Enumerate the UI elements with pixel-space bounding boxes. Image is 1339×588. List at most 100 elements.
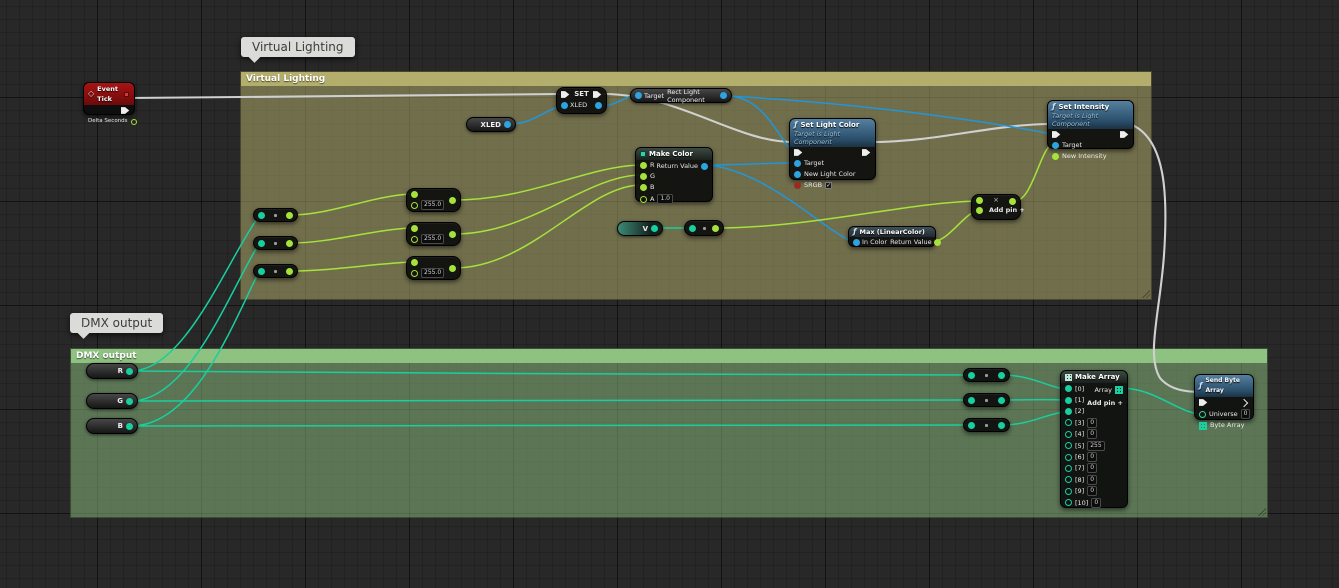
exec-in-pin[interactable]: [794, 148, 803, 157]
universe-value-field[interactable]: 0: [1241, 409, 1251, 419]
exec-in-pin[interactable]: [1052, 130, 1061, 139]
exec-out-pin[interactable]: [1120, 130, 1129, 139]
node-event-tick[interactable]: ◇ Event Tick Delta Seconds: [83, 82, 135, 115]
array-element-pin[interactable]: [1065, 408, 1072, 415]
node-scale-b[interactable]: 255.0: [406, 256, 461, 280]
array-element-pin[interactable]: [1065, 397, 1072, 404]
array-out-pin[interactable]: [1115, 386, 1123, 394]
resize-handle-icon[interactable]: [1257, 507, 1266, 516]
g-pin[interactable]: [640, 173, 647, 180]
delta-seconds-pin[interactable]: [131, 119, 137, 125]
node-convert-g[interactable]: [253, 236, 298, 250]
array-element-value[interactable]: 255: [1087, 441, 1104, 451]
blueprint-graph-canvas[interactable]: Virtual Lighting DMX output: [0, 0, 1339, 588]
a-pin[interactable]: [640, 196, 647, 203]
array-element-value[interactable]: 0: [1087, 486, 1097, 496]
byte-array-pin[interactable]: [1199, 422, 1207, 430]
scale-b-pin[interactable]: [411, 270, 418, 277]
return-value-pin[interactable]: [701, 163, 708, 170]
node-tobyte-b[interactable]: [963, 418, 1010, 432]
multiply-out-pin[interactable]: [1009, 198, 1016, 205]
exec-out-pin[interactable]: [1240, 398, 1248, 406]
scale-b-pin[interactable]: [411, 236, 418, 243]
new-intensity-pin[interactable]: [1052, 153, 1059, 160]
node-make-color[interactable]: Make Color Return Value R G B A 1.0: [635, 147, 713, 202]
array-element-value[interactable]: 0: [1087, 418, 1097, 428]
rect-light-component-out-pin[interactable]: [720, 92, 727, 99]
convert-out-pin[interactable]: [998, 372, 1005, 379]
convert-in-pin[interactable]: [258, 240, 265, 247]
node-tobyte-r[interactable]: [963, 368, 1010, 382]
array-element-pin[interactable]: [1065, 465, 1072, 472]
array-element-value[interactable]: 0: [1087, 429, 1097, 439]
scale-out-pin[interactable]: [449, 265, 456, 272]
comment-title-virtual-lighting[interactable]: Virtual Lighting: [241, 72, 1151, 86]
array-element-pin[interactable]: [1065, 442, 1072, 449]
comment-title-dmx-output[interactable]: DMX output: [71, 349, 1267, 363]
scale-in-pin[interactable]: [411, 225, 418, 232]
a-value-field[interactable]: 1.0: [657, 194, 673, 204]
getter-pill-g[interactable]: G: [86, 393, 138, 409]
exec-in-pin[interactable]: [561, 90, 570, 99]
target-in-pin[interactable]: [635, 92, 642, 99]
srgb-checkbox[interactable]: ✓: [825, 182, 832, 189]
set-output-pin[interactable]: [595, 102, 602, 109]
node-max-linearcolor[interactable]: ƒ Max (LinearColor) In Color Return Valu…: [848, 226, 936, 247]
target-pin[interactable]: [1052, 142, 1059, 149]
scale-value-field[interactable]: 255.0: [421, 268, 444, 278]
add-pin-button[interactable]: Add pin +: [1087, 399, 1123, 407]
in-color-pin[interactable]: [853, 239, 860, 246]
convert-out-pin[interactable]: [998, 397, 1005, 404]
node-set-light-color[interactable]: ƒ Set Light Color Target is Light Compon…: [789, 118, 876, 180]
convert-in-pin[interactable]: [258, 212, 265, 219]
getter-pill-v[interactable]: V: [617, 221, 663, 236]
array-element-pin[interactable]: [1065, 476, 1072, 483]
exec-out-pin[interactable]: [862, 148, 871, 157]
array-element-pin[interactable]: [1065, 431, 1072, 438]
getter-pill-b[interactable]: B: [86, 418, 138, 434]
multiply-b-pin[interactable]: [976, 207, 983, 214]
srgb-pin[interactable]: [794, 182, 801, 189]
v-out-pin[interactable]: [651, 225, 658, 232]
node-scale-g[interactable]: 255.0: [406, 222, 461, 246]
set-input-pin[interactable]: [561, 102, 568, 109]
universe-pin[interactable]: [1199, 411, 1206, 418]
convert-in-pin[interactable]: [968, 422, 975, 429]
node-convert-v[interactable]: [684, 220, 724, 236]
r-out-pin[interactable]: [126, 368, 133, 375]
convert-out-pin[interactable]: [286, 240, 293, 247]
getter-pill-rect-light-component[interactable]: Target Rect Light Component: [630, 88, 732, 103]
scale-out-pin[interactable]: [449, 197, 456, 204]
convert-in-pin[interactable]: [968, 372, 975, 379]
node-set-intensity[interactable]: ƒ Set Intensity Target is Light Componen…: [1047, 100, 1134, 149]
scale-in-pin[interactable]: [411, 259, 418, 266]
node-send-byte-array[interactable]: ƒ Send Byte Array Universe 0 Byte Array: [1194, 374, 1254, 420]
array-element-value[interactable]: 0: [1087, 475, 1097, 485]
array-element-value[interactable]: 0: [1087, 452, 1097, 462]
array-element-value[interactable]: 0: [1091, 498, 1101, 508]
node-scale-r[interactable]: 255.0: [406, 188, 461, 212]
node-convert-b[interactable]: [253, 264, 298, 278]
b-out-pin[interactable]: [126, 423, 133, 430]
array-element-pin[interactable]: [1065, 385, 1072, 392]
convert-out-pin[interactable]: [712, 225, 719, 232]
scale-b-pin[interactable]: [411, 202, 418, 209]
resize-handle-icon[interactable]: [1141, 289, 1150, 298]
return-value-pin[interactable]: [934, 239, 941, 246]
node-make-array[interactable]: Make Array Array Add pin + [0] [1] [2] […: [1060, 370, 1128, 508]
b-pin[interactable]: [640, 184, 647, 191]
node-convert-r[interactable]: [253, 208, 298, 222]
convert-in-pin[interactable]: [258, 268, 265, 275]
scale-value-field[interactable]: 255.0: [421, 234, 444, 244]
convert-out-pin[interactable]: [286, 212, 293, 219]
exec-out-pin[interactable]: [121, 106, 130, 115]
scale-value-field[interactable]: 255.0: [421, 200, 444, 210]
array-element-pin[interactable]: [1065, 499, 1072, 506]
r-pin[interactable]: [640, 162, 647, 169]
getter-pill-xled[interactable]: XLED: [466, 117, 516, 132]
array-element-pin[interactable]: [1065, 488, 1072, 495]
node-multiply[interactable]: × Add pin +: [971, 194, 1021, 220]
node-tobyte-g[interactable]: [963, 393, 1010, 407]
array-element-pin[interactable]: [1065, 454, 1072, 461]
convert-in-pin[interactable]: [689, 225, 696, 232]
